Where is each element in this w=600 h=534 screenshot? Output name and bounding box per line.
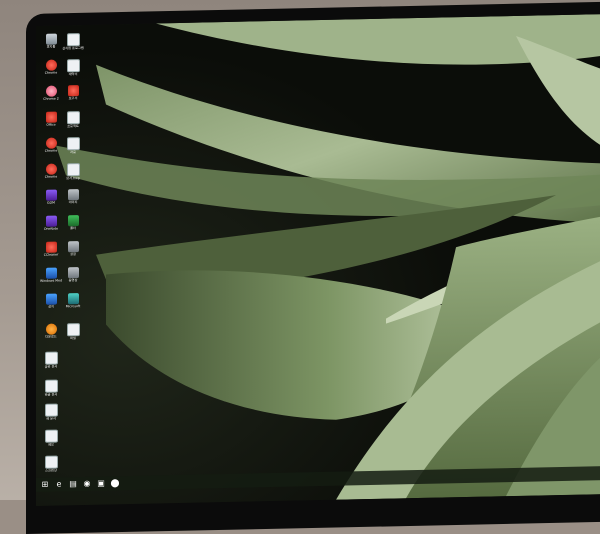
document-icon: [44, 379, 58, 393]
desktop-icon[interactable]: 이미지: [62, 189, 84, 217]
app-icon: [45, 111, 57, 123]
desktop-icon[interactable]: 문서.hwp: [62, 163, 84, 191]
desktop-icon-area: 휴지통 설치된 프로그램 Chrome 계약서 Chrome 2 보고서 Off…: [40, 33, 88, 494]
settings-icon: [67, 241, 79, 253]
app-icon: [45, 323, 57, 335]
document-icon: [67, 85, 79, 97]
desktop-icon[interactable]: 새 문서: [40, 403, 62, 431]
desktop-icon[interactable]: 메모: [40, 429, 62, 457]
plant-wallpaper: [36, 13, 600, 506]
desktop-icon[interactable]: 공유 문서: [40, 351, 62, 379]
desktop-icon[interactable]: 동영상: [62, 267, 84, 295]
desktop-icon[interactable]: 프로젝트: [62, 111, 84, 139]
desktop-icon-recycle-bin[interactable]: 휴지통: [40, 33, 62, 61]
app-icon: [45, 215, 57, 227]
desktop-icon[interactable]: 보고서: [62, 85, 84, 113]
player-icon: [45, 189, 57, 201]
file-explorer-icon[interactable]: ▤: [68, 479, 78, 489]
folder-icon: [67, 215, 79, 227]
app-icon: [45, 293, 57, 305]
document-icon: [44, 403, 58, 417]
desktop-icon[interactable]: 설정: [62, 241, 84, 269]
start-button[interactable]: ⊞: [40, 480, 50, 490]
desktop-icon[interactable]: 설치된 프로그램: [62, 33, 84, 61]
monitor-screen: 휴지통 설치된 프로그램 Chrome 계약서 Chrome 2 보고서 Off…: [36, 13, 600, 506]
desktop-icon[interactable]: Windows Media: [40, 267, 62, 295]
document-icon: [66, 111, 80, 125]
store-icon[interactable]: ◉: [82, 479, 92, 489]
recycle-bin-icon: [45, 33, 57, 45]
desktop-icon[interactable]: CCleaner: [40, 241, 62, 269]
document-icon: [66, 323, 80, 337]
desktop-icon[interactable]: 다운로드: [40, 323, 62, 351]
app-icon: [45, 267, 57, 279]
desktop-icon[interactable]: Chrome: [40, 137, 62, 165]
desktop-icon[interactable]: 자료: [62, 137, 84, 165]
document-icon: [66, 163, 80, 177]
desktop-icon[interactable]: Microsoft: [62, 293, 84, 321]
app-icon[interactable]: ⬤: [110, 478, 120, 488]
desktop-icon[interactable]: Chrome 2: [40, 85, 62, 113]
document-icon: [66, 137, 80, 151]
app-icon[interactable]: ▣: [96, 479, 106, 489]
app-icon: [45, 241, 57, 253]
document-icon: [44, 455, 58, 469]
desktop-icon[interactable]: 계약서: [62, 59, 84, 87]
desktop-icon[interactable]: GOM: [40, 189, 62, 217]
image-icon: [67, 189, 79, 201]
desktop-icon[interactable]: 폴더: [62, 215, 84, 243]
edge-icon[interactable]: e: [54, 479, 64, 489]
desktop-icon[interactable]: Chrome: [40, 59, 62, 87]
desktop-icon[interactable]: 설치: [40, 293, 62, 321]
video-icon: [67, 267, 79, 279]
document-icon: [66, 33, 80, 47]
document-icon: [44, 429, 58, 443]
app-icon: [45, 59, 57, 71]
app-icon: [45, 137, 57, 149]
document-icon: [44, 351, 58, 365]
desktop-icon[interactable]: Office: [40, 111, 62, 139]
app-icon: [45, 163, 57, 175]
desktop-icon[interactable]: 파일: [62, 323, 84, 351]
desktop-icon[interactable]: Chrome: [40, 163, 62, 191]
document-icon: [66, 59, 80, 73]
app-icon: [45, 85, 57, 97]
app-icon: [67, 293, 79, 305]
desktop-icon[interactable]: OneNote: [40, 215, 62, 243]
